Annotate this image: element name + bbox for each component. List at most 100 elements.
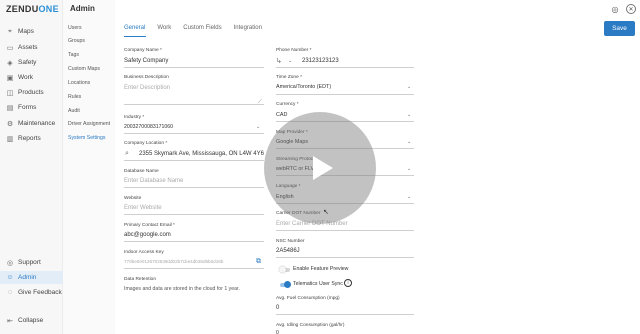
- save-button[interactable]: Save: [604, 21, 635, 36]
- nsc-number-field[interactable]: 2A5486J: [276, 248, 300, 254]
- sidebar-item-maintenance[interactable]: ⚙ Maintenance: [0, 117, 63, 130]
- primary-email-label: Primary Contact Email *: [124, 223, 175, 228]
- sidebar-item-assets[interactable]: ▭ Assets: [0, 41, 63, 54]
- subnav-item-users[interactable]: Users: [68, 25, 82, 31]
- chevron-down-icon[interactable]: ⌄: [256, 124, 260, 130]
- subnav-item-system-settings[interactable]: System Settings: [68, 135, 105, 141]
- chat-icon: ◌: [7, 289, 13, 296]
- nsc-number-label: NSC Number: [276, 239, 305, 244]
- company-location-field[interactable]: 2355 Skymark Ave, Mississauga, ON L4W 4Y…: [139, 151, 264, 157]
- indoor-access-key-field: 770be0e0126702839dd02b7cbe4db36d5b0d18b: [124, 259, 224, 264]
- sidebar-item-reports[interactable]: ▥ Reports: [0, 132, 63, 145]
- active-tab-indicator: [124, 36, 146, 37]
- tab-custom-fields[interactable]: Custom Fields: [183, 25, 221, 35]
- database-name-underline: [124, 187, 264, 188]
- sidebar-item-work[interactable]: ▣ Work: [0, 71, 63, 84]
- box-icon: ◫: [6, 89, 14, 97]
- industry-select[interactable]: 20032700083171060: [124, 124, 173, 130]
- telematics-sync-toggle[interactable]: [280, 281, 291, 288]
- industry-underline: [124, 133, 264, 134]
- nsc-number-underline: [276, 257, 414, 258]
- chevron-down-icon[interactable]: ⌄: [407, 139, 411, 145]
- map-pin-icon: ⌖: [8, 27, 12, 35]
- subnav-item-driver-assignment[interactable]: Driver Assignment: [68, 121, 110, 127]
- fuel-consumption-underline: [276, 314, 414, 315]
- sidebar-item-support[interactable]: ◎ Support: [0, 256, 63, 269]
- chevron-down-icon[interactable]: ⌄: [407, 84, 411, 90]
- chevron-down-icon[interactable]: ⌄: [407, 194, 411, 200]
- play-icon: [313, 156, 333, 180]
- feature-preview-label: Enable Feature Preview: [293, 266, 349, 272]
- database-name-field[interactable]: Enter Database Name: [124, 178, 183, 184]
- headset-icon[interactable]: ◎: [610, 4, 620, 14]
- subnav-item-custom-maps[interactable]: Custom Maps: [68, 66, 100, 72]
- carrier-dot-underline: [276, 230, 414, 231]
- business-description-label: Business Description: [124, 75, 169, 80]
- phone-flag-icon[interactable]: ↳: [276, 57, 282, 65]
- briefcase-icon: ▣: [6, 74, 14, 82]
- sidebar-item-give-feedback[interactable]: ◌ Give Feedback: [0, 286, 63, 299]
- tab-work[interactable]: Work: [157, 25, 171, 35]
- chart-icon: ▥: [6, 135, 14, 143]
- app-logo[interactable]: ZENDUONE: [6, 4, 59, 14]
- fuel-consumption-field[interactable]: 0: [276, 305, 279, 311]
- subnav-item-locations[interactable]: Locations: [68, 80, 90, 86]
- sidebar: ZENDUONE ⌖ Maps ▭ Assets ◈ Safety ▣ Work…: [0, 0, 63, 334]
- currency-select[interactable]: CAD: [276, 112, 287, 118]
- feature-preview-toggle[interactable]: [279, 266, 290, 273]
- toggle-knob: [284, 281, 291, 288]
- page-title: Admin: [70, 4, 95, 13]
- sidebar-item-admin[interactable]: ☺ Admin: [0, 271, 63, 284]
- chevron-down-icon[interactable]: ⌄: [407, 112, 411, 118]
- data-retention-text: Images and data are stored in the cloud …: [124, 286, 240, 292]
- industry-label: Industry *: [124, 115, 145, 120]
- database-name-label: Database Name: [124, 169, 159, 174]
- website-field[interactable]: Enter Website: [124, 205, 162, 211]
- info-icon[interactable]: i: [344, 279, 352, 287]
- time-zone-select[interactable]: America/Toronto (EDT): [276, 84, 331, 90]
- chevron-down-icon[interactable]: ⌄: [288, 58, 292, 64]
- sidebar-item-collapse[interactable]: ⇤ Collapse: [0, 314, 63, 327]
- admin-subnav: Users Groups Tags Custom Maps Locations …: [63, 0, 115, 334]
- subnav-item-rules[interactable]: Rules: [68, 94, 81, 100]
- time-zone-label: Time Zone *: [276, 75, 302, 80]
- idling-consumption-label: Avg. Idling Consumption (gal/hr): [276, 323, 345, 328]
- website-underline: [124, 214, 264, 215]
- sidebar-item-products[interactable]: ◫ Products: [0, 86, 63, 99]
- wrench-icon: ⚙: [6, 120, 14, 128]
- sidebar-item-safety[interactable]: ◈ Safety: [0, 56, 63, 69]
- toggle-knob: [279, 266, 286, 273]
- mouse-cursor-icon: ↖: [323, 209, 329, 216]
- shield-icon: ◈: [7, 59, 13, 67]
- tab-general[interactable]: General: [124, 25, 145, 35]
- subnav-item-audit[interactable]: Audit: [68, 108, 80, 114]
- company-name-field[interactable]: Safety Company: [124, 58, 168, 64]
- primary-email-field[interactable]: abc@google.com: [124, 232, 171, 238]
- subnav-item-groups[interactable]: Groups: [68, 38, 85, 44]
- currency-label: Currency *: [276, 102, 299, 107]
- search-icon: ⌕: [125, 150, 129, 157]
- sidebar-item-maps[interactable]: ⌖ Maps: [0, 25, 63, 38]
- phone-number-field[interactable]: 23123123123: [302, 58, 339, 64]
- business-description-underline: [124, 104, 264, 105]
- settings-tabs: General Work Custom Fields Integration: [124, 25, 274, 35]
- phone-number-label: Phone Number *: [276, 48, 312, 53]
- chevron-down-icon[interactable]: ⌄: [407, 166, 411, 172]
- subnav-item-tags[interactable]: Tags: [68, 52, 79, 58]
- resize-handle-icon[interactable]: ⟋: [258, 99, 262, 105]
- company-location-underline: [124, 160, 264, 161]
- company-name-label: Company Name *: [124, 48, 162, 53]
- close-icon[interactable]: ✕: [626, 4, 636, 14]
- person-icon: ☺: [6, 274, 14, 281]
- website-label: Website: [124, 196, 142, 201]
- tab-integration[interactable]: Integration: [234, 25, 262, 35]
- car-icon: ▭: [6, 44, 14, 52]
- telematics-sync-label: Telematics User Sync: [293, 281, 343, 287]
- idling-consumption-field[interactable]: 0: [276, 330, 279, 334]
- fuel-consumption-label: Avg. Fuel Consumption (mpg): [276, 296, 340, 301]
- headset-icon: ◎: [6, 259, 14, 267]
- copy-icon[interactable]: ⧉: [256, 258, 261, 266]
- video-play-button[interactable]: [264, 112, 376, 224]
- business-description-field[interactable]: Enter Description: [124, 85, 170, 91]
- sidebar-item-forms[interactable]: ▤ Forms: [0, 101, 63, 114]
